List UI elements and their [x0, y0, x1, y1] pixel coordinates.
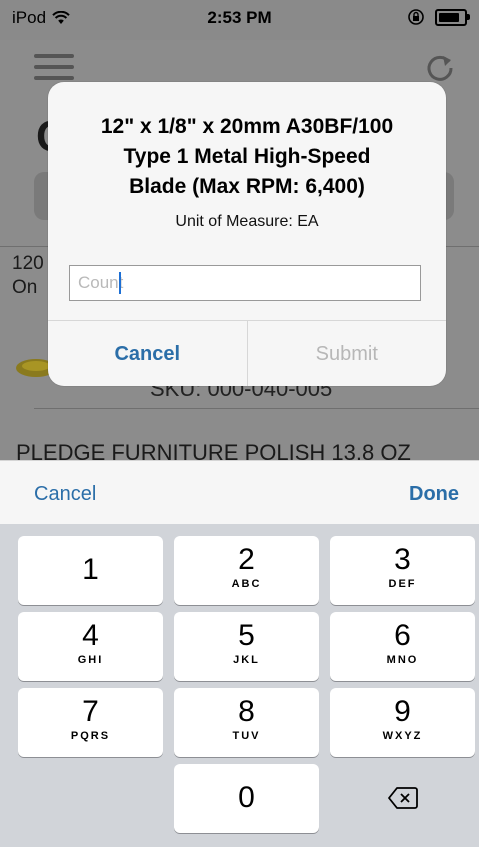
background-item-2: PLEDGE FURNITURE POLISH 13.8 OZ	[16, 440, 411, 460]
keyboard-cancel-button[interactable]: Cancel	[34, 483, 96, 506]
key-digit: 1	[82, 553, 99, 586]
key-digit: 7	[82, 695, 99, 728]
key-digit: 2	[238, 543, 255, 576]
key-9[interactable]: 9 WXYZ	[330, 688, 475, 757]
key-3[interactable]: 3 DEF	[330, 536, 475, 605]
battery-icon	[435, 8, 470, 26]
unit-of-measure-label: Unit of Measure: EA	[175, 213, 319, 230]
alert-title-line: Blade (Max RPM: 6,400)	[129, 175, 365, 198]
alert-buttons: Cancel Submit	[48, 320, 446, 386]
refresh-icon[interactable]	[423, 50, 457, 84]
key-digit: 5	[238, 619, 255, 652]
key-4[interactable]: 4 GHI	[18, 612, 163, 681]
number-pad: 1 2 ABC 3 DEF 4 GHI 5 JKL 6 MNO 7 PQRS 8…	[0, 524, 479, 847]
key-6[interactable]: 6 MNO	[330, 612, 475, 681]
key-digit: 3	[394, 543, 411, 576]
alert-title: 12" x 1/8" x 20mm A30BF/100 Type 1 Metal…	[48, 112, 446, 202]
status-right	[407, 8, 470, 26]
menu-icon[interactable]	[34, 54, 74, 84]
alert-title-line: Type 1 Metal High-Speed	[123, 145, 371, 168]
key-7[interactable]: 7 PQRS	[18, 688, 163, 757]
key-letters: ABC	[231, 578, 262, 590]
backspace-key[interactable]	[330, 764, 475, 833]
alert-cancel-button[interactable]: Cancel	[48, 321, 248, 386]
count-alert-dialog: 12" x 1/8" x 20mm A30BF/100 Type 1 Metal…	[48, 82, 446, 386]
alert-submit-button[interactable]: Submit	[248, 321, 447, 386]
key-0[interactable]: 0	[174, 764, 319, 833]
backspace-icon	[388, 787, 418, 809]
key-letters: TUV	[232, 730, 261, 742]
key-digit: 0	[238, 781, 255, 814]
alert-title-line: 12" x 1/8" x 20mm A30BF/100	[100, 115, 394, 138]
key-letters: PQRS	[70, 730, 111, 742]
key-letters: GHI	[77, 654, 104, 666]
key-letters: MNO	[386, 654, 419, 666]
key-8[interactable]: 8 TUV	[174, 688, 319, 757]
keyboard-done-button[interactable]: Done	[409, 483, 459, 506]
key-digit: 6	[394, 619, 411, 652]
text-caret	[119, 272, 121, 294]
status-bar: iPod 2:53 PM	[0, 0, 479, 40]
divider	[34, 408, 479, 409]
key-2[interactable]: 2 ABC	[174, 536, 319, 605]
key-digit: 4	[82, 619, 99, 652]
key-letters: JKL	[233, 654, 260, 666]
key-digit: 8	[238, 695, 255, 728]
count-input[interactable]	[69, 265, 421, 301]
key-letters: DEF	[388, 578, 417, 590]
keyboard-toolbar: Cancel Done	[0, 460, 479, 525]
key-1[interactable]: 1	[18, 536, 163, 605]
key-digit: 9	[394, 695, 411, 728]
key-5[interactable]: 5 JKL	[174, 612, 319, 681]
orientation-lock-icon	[408, 9, 424, 25]
key-letters: WXYZ	[382, 730, 423, 742]
